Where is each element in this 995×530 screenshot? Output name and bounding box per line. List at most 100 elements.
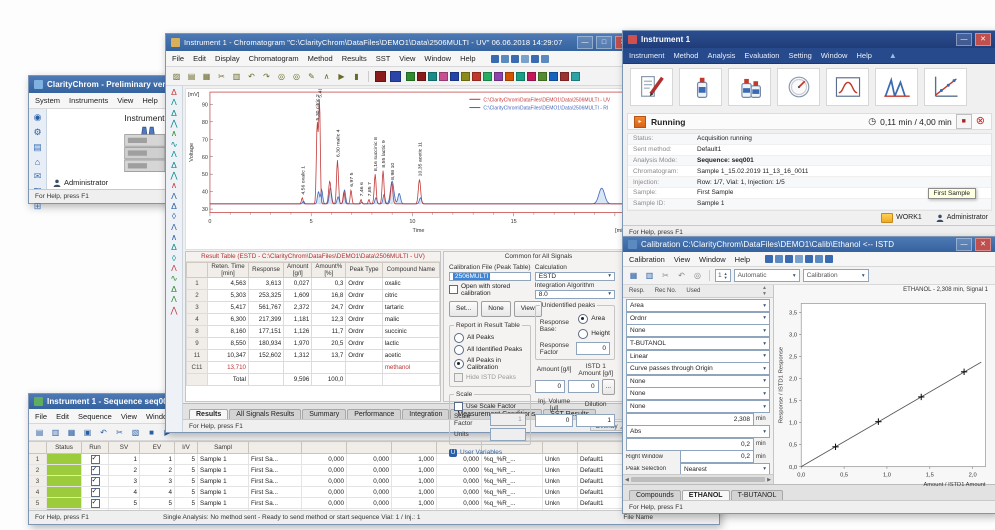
scroll-arrows-icon[interactable]: ▲▼	[762, 285, 767, 297]
setting-dropdown[interactable]: Curve passes through Origin▾	[626, 362, 770, 375]
checkbox-icon[interactable]	[91, 477, 100, 486]
main-menu-item[interactable]: Help	[142, 96, 157, 105]
save-icon[interactable]: ▥	[643, 269, 656, 283]
signal-color-square[interactable]	[505, 72, 514, 81]
report-option[interactable]: All Peaks in Calibration	[454, 357, 526, 371]
scale-factor-input[interactable]: 1	[490, 413, 526, 426]
checkbox-icon[interactable]	[91, 499, 100, 508]
instrument-menu-item[interactable]: Setting	[788, 51, 811, 60]
open-stored-calibration-checkbox[interactable]: Open with stored calibration	[449, 283, 531, 297]
sequence-cell[interactable]: Unkn	[543, 476, 578, 486]
setting-dropdown[interactable]: None▾	[626, 400, 770, 413]
sequence-cell[interactable]: 2	[109, 465, 140, 475]
sequence-cell[interactable]: 0,000	[347, 476, 392, 486]
current-user-row[interactable]: Administrator	[53, 178, 108, 187]
peak-tool-icon[interactable]: Λ	[171, 222, 177, 232]
signal-color-square[interactable]	[494, 72, 503, 81]
signal-color-square[interactable]	[483, 72, 492, 81]
checkbox-icon[interactable]	[91, 488, 100, 497]
menu-shortcut-icon[interactable]	[531, 55, 539, 63]
sequence-cell[interactable]: 5	[175, 487, 198, 497]
menu-shortcut-icon[interactable]	[541, 55, 549, 63]
sequence-cell[interactable]: Sample 1	[198, 454, 249, 464]
signal-color-square[interactable]	[417, 72, 426, 81]
instrument-menu-item[interactable]: Method	[673, 51, 698, 60]
sequence-tool-icon[interactable]: ▤	[33, 425, 46, 439]
sequence-column-header[interactable]	[543, 442, 578, 453]
signal-color-square[interactable]	[538, 72, 547, 81]
chromatogram-tool-icon[interactable]: ▥	[230, 69, 243, 83]
chromatogram-plot[interactable]: 30405060708090[mV]Voltage051015Time[min]…	[185, 88, 634, 250]
calibration-file-input[interactable]: 2506MULTI	[449, 272, 531, 281]
result-row[interactable]: Total9,596100,0	[187, 373, 440, 385]
menu-shortcut-icon[interactable]	[815, 255, 823, 263]
use-scale-factor-checkbox[interactable]: Use Scale Factor	[454, 402, 526, 411]
calibration-menu-item[interactable]: Calibration	[629, 255, 665, 264]
menu-shortcut-icon[interactable]	[785, 255, 793, 263]
sequence-cell[interactable]: 0,000	[437, 498, 482, 508]
instrument-menu-item[interactable]: Instrument	[629, 51, 664, 60]
sequence-cell[interactable]: 1,000	[392, 487, 437, 497]
chromatogram-button[interactable]	[875, 68, 918, 106]
sequence-cell[interactable]: 0,000	[302, 498, 347, 508]
horizontal-scrollbar[interactable]: ◀ ▶	[623, 474, 773, 484]
menu-shortcut-icon[interactable]	[805, 255, 813, 263]
report-option[interactable]: All Identified Peaks	[454, 345, 526, 355]
chromatogram-tool-icon[interactable]: ✂	[215, 69, 228, 83]
undo-icon[interactable]: ↶	[675, 269, 688, 283]
user-variables-row[interactable]: U User Variables	[449, 449, 531, 457]
chromatogram-tool-icon[interactable]: ↷	[260, 69, 273, 83]
tab-integration[interactable]: Integration	[402, 409, 449, 419]
signal-color-square[interactable]	[406, 72, 415, 81]
signal-color-square[interactable]	[472, 72, 481, 81]
sequence-cell[interactable]	[82, 454, 109, 464]
method-setup-button[interactable]	[630, 68, 673, 106]
sequence-cell[interactable]: First Sa...	[249, 487, 302, 497]
calibration-title-bar[interactable]: Calibration C:\ClarityChrom\DataFiles\DE…	[623, 237, 995, 252]
maximize-button[interactable]: □	[596, 36, 612, 49]
calibration-file-button[interactable]: Set...	[449, 301, 478, 317]
chromatogram-tool-icon[interactable]: ✎	[305, 69, 318, 83]
sequence-row[interactable]: 5555Sample 1First Sa...0,0000,0001,0000,…	[29, 498, 719, 509]
sequence-tool-icon[interactable]: ■	[145, 425, 158, 439]
peak-tool-icon[interactable]: Δ	[171, 284, 177, 294]
sequence-cell[interactable]: 0,000	[302, 465, 347, 475]
istd-amount-input[interactable]: 0	[568, 380, 598, 393]
chromatogram-tool-icon[interactable]: ▦	[200, 69, 213, 83]
chromatogram-menu-item[interactable]: View	[399, 54, 415, 63]
sequence-cell[interactable]: 0,000	[302, 454, 347, 464]
device-monitor-button[interactable]	[777, 68, 820, 106]
result-row[interactable]: 1110,347152,6021,31213,7Ordnracetic	[187, 349, 440, 361]
peak-tool-icon[interactable]: ⋀	[171, 170, 178, 180]
side-tool-icon[interactable]: ⚙	[33, 127, 41, 138]
minimize-button[interactable]: —	[956, 238, 972, 251]
setting-dropdown[interactable]: Nearest▾	[680, 463, 770, 474]
signal-color-square[interactable]	[516, 72, 525, 81]
chromatogram-tool-icon[interactable]: ▨	[170, 69, 183, 83]
sequence-cell[interactable]: 0,000	[437, 476, 482, 486]
signal-color-square[interactable]	[461, 72, 470, 81]
sequence-tool-icon[interactable]: ▣	[81, 425, 94, 439]
sequence-cell[interactable]: Unkn	[543, 487, 578, 497]
sequence-row[interactable]: 4445Sample 1First Sa...0,0000,0001,0000,…	[29, 487, 719, 498]
instrument-menu-item[interactable]: Evaluation	[744, 51, 779, 60]
sequence-cell[interactable]: 1,000	[392, 465, 437, 475]
result-column-header[interactable]: Response	[249, 262, 284, 277]
sequence-cell[interactable]: %q_%R_...	[482, 476, 543, 486]
chromatogram-menu-item[interactable]: SST	[376, 54, 391, 63]
units-input[interactable]	[490, 428, 526, 441]
tab-ethanol[interactable]: ETHANOL	[682, 490, 730, 500]
result-column-header[interactable]: Peak Type	[346, 262, 382, 277]
signal-color-square[interactable]	[450, 72, 459, 81]
sequence-column-header[interactable]	[29, 442, 47, 453]
close-button[interactable]: ✕	[975, 238, 991, 251]
signal-color-square[interactable]	[549, 72, 558, 81]
menu-shortcut-icon[interactable]	[521, 55, 529, 63]
sequence-cell[interactable]: 1,000	[392, 476, 437, 486]
menu-shortcut-icon[interactable]	[491, 55, 499, 63]
sequence-cell[interactable]: 5	[140, 498, 175, 508]
result-row[interactable]: C1113,710methanol	[187, 361, 440, 373]
sequence-cell[interactable]: 0,000	[347, 465, 392, 475]
sequence-cell[interactable]: 4	[109, 487, 140, 497]
result-row[interactable]: 46,300217,3991,18112,3Ordnrmalic	[187, 313, 440, 325]
